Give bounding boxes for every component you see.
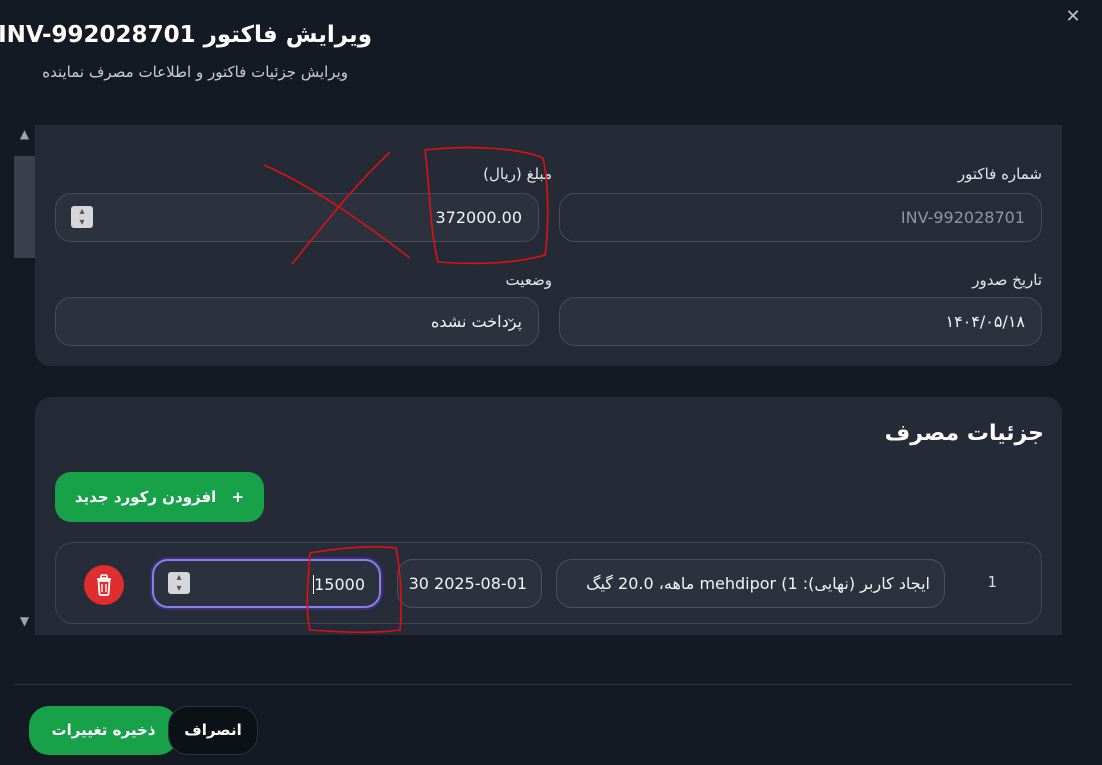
close-icon[interactable]: ✕ [1062, 6, 1084, 28]
add-record-button[interactable]: + افزودن رکورد جدید [55, 472, 264, 522]
row-index: 1 [987, 573, 997, 591]
usage-section-title: جزئیات مصرف [884, 421, 1044, 446]
dialog-subtitle: ویرایش جزئیات فاکتور و اطلاعات مصرف نمای… [42, 63, 348, 81]
stepper-icon[interactable]: ▴ ▾ [168, 572, 190, 594]
add-record-label: افزودن رکورد جدید [74, 488, 217, 506]
usage-row: 1 ایجاد کاربر (نهایی): mehdipor (1 ماهه،… [55, 542, 1042, 624]
save-button[interactable]: ذخیره تغییرات [29, 706, 178, 755]
usage-section: جزئیات مصرف + افزودن رکورد جدید 1 ایجاد … [14, 125, 1076, 635]
plus-icon: + [231, 488, 245, 506]
cancel-button[interactable]: انصراف [168, 706, 258, 755]
footer-divider [14, 684, 1072, 685]
dialog-title: ویرایش فاکتور INV-992028701 [0, 22, 372, 48]
row-description-field[interactable]: ایجاد کاربر (نهایی): mehdipor (1 ماهه، 2… [556, 559, 945, 608]
row-date-field[interactable]: 2025-08-01 30 [397, 559, 542, 608]
delete-row-button[interactable] [84, 565, 124, 605]
row-amount-value: 15000 [314, 575, 365, 594]
trash-icon [97, 574, 111, 596]
